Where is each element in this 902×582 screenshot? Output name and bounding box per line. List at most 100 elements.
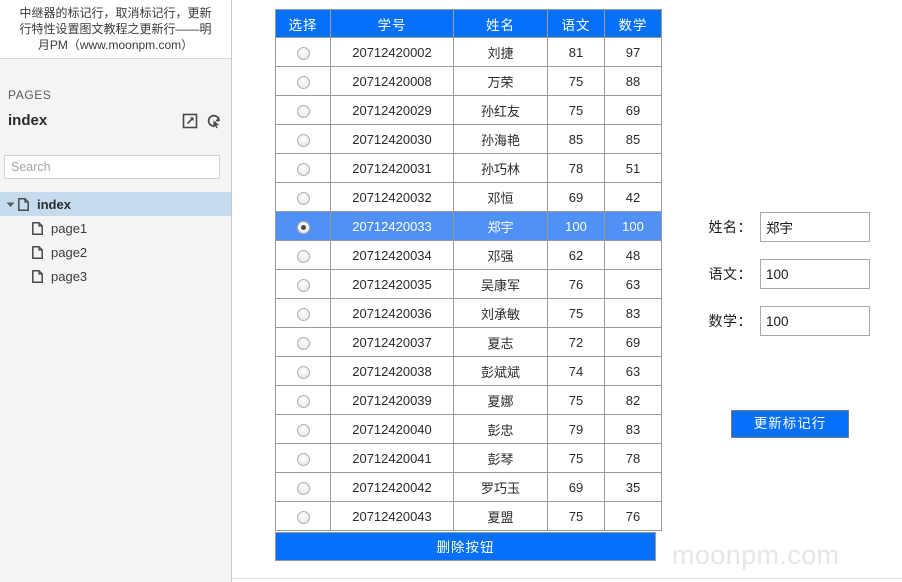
open-in-new-icon[interactable] [181,112,199,130]
update-marked-row-button[interactable]: 更新标记行 [731,410,849,438]
table-row[interactable]: 20712420037 夏志 72 69 [276,328,661,356]
math-score-cell: 85 [605,125,661,153]
math-score-cell: 76 [605,502,661,530]
student-id-cell: 20712420002 [331,38,453,66]
radio-button[interactable] [296,104,310,118]
student-id-cell: 20712420037 [331,328,453,356]
chevron-down-icon[interactable] [4,198,16,210]
row-select-cell[interactable] [276,502,330,530]
radio-button[interactable] [296,278,310,292]
row-select-cell[interactable] [276,357,330,385]
document-icon [32,245,43,259]
column-header-id[interactable]: 学号 [331,10,453,37]
chinese-score-cell: 76 [548,270,604,298]
table-row[interactable]: 20712420041 彭琴 75 78 [276,444,661,472]
caption-panel: 中继器的标记行，取消标记行，更新 行特性设置图文教程之更新行——明 月PM（ww… [0,0,231,59]
student-name-cell: 邓强 [454,241,547,269]
chinese-score-cell: 69 [548,473,604,501]
table-row[interactable]: 20712420036 刘承敏 75 83 [276,299,661,327]
radio-button[interactable] [296,249,310,263]
row-select-cell[interactable] [276,415,330,443]
radio-button[interactable] [296,46,310,60]
column-header-name[interactable]: 姓名 [454,10,547,37]
math-score-cell: 48 [605,241,661,269]
column-header-math[interactable]: 数学 [605,10,661,37]
radio-button[interactable] [296,220,310,234]
radio-button[interactable] [296,75,310,89]
radio-button[interactable] [296,307,310,321]
row-select-cell[interactable] [276,299,330,327]
student-name-cell: 彭忠 [454,415,547,443]
table-row[interactable]: 20712420035 吴康军 76 63 [276,270,661,298]
row-select-cell[interactable] [276,444,330,472]
row-select-cell[interactable] [276,125,330,153]
radio-button[interactable] [296,452,310,466]
radio-button[interactable] [296,510,310,524]
table-row[interactable]: 20712420040 彭忠 79 83 [276,415,661,443]
table-row[interactable]: 20712420043 夏盟 75 76 [276,502,661,530]
row-select-cell[interactable] [276,183,330,211]
table-row[interactable]: 20712420033 郑宇 100 100 [276,212,661,240]
page-tree: index page1 page2 page3 [0,192,231,288]
row-select-cell[interactable] [276,270,330,298]
chinese-score-cell: 62 [548,241,604,269]
row-select-cell[interactable] [276,386,330,414]
radio-button[interactable] [296,481,310,495]
sidebar-item-page2[interactable]: page2 [0,240,231,264]
chinese-score-cell: 79 [548,415,604,443]
radio-button[interactable] [296,394,310,408]
row-select-cell[interactable] [276,328,330,356]
student-name-cell: 郑宇 [454,212,547,240]
column-header-select[interactable]: 选择 [276,10,330,37]
sidebar-item-page1[interactable]: page1 [0,216,231,240]
watermark: moonpm.com [672,540,840,570]
row-select-cell[interactable] [276,154,330,182]
chinese-field[interactable] [760,259,870,289]
search-box[interactable] [4,155,220,179]
table-row[interactable]: 20712420034 邓强 62 48 [276,241,661,269]
delete-button[interactable]: 删除按钮 [275,532,656,561]
app-window: 中继器的标记行，取消标记行，更新 行特性设置图文教程之更新行——明 月PM（ww… [0,0,902,582]
table-row[interactable]: 20712420042 罗巧玉 69 35 [276,473,661,501]
table-row[interactable]: 20712420029 孙红友 75 69 [276,96,661,124]
radio-button[interactable] [296,191,310,205]
student-name-cell: 夏志 [454,328,547,356]
math-score-cell: 83 [605,415,661,443]
student-name-cell: 万荣 [454,67,547,95]
math-field[interactable] [760,306,870,336]
table-row[interactable]: 20712420030 孙海艳 85 85 [276,125,661,153]
row-select-cell[interactable] [276,212,330,240]
reload-cursor-icon[interactable] [205,112,223,130]
radio-button[interactable] [296,162,310,176]
radio-button[interactable] [296,423,310,437]
sidebar-item-page3[interactable]: page3 [0,264,231,288]
student-id-cell: 20712420036 [331,299,453,327]
row-select-cell[interactable] [276,241,330,269]
row-select-cell[interactable] [276,473,330,501]
row-select-cell[interactable] [276,38,330,66]
radio-button[interactable] [296,365,310,379]
table-row[interactable]: 20712420038 彭斌斌 74 63 [276,357,661,385]
name-field[interactable] [760,212,870,242]
student-id-cell: 20712420034 [331,241,453,269]
chinese-score-cell: 75 [548,299,604,327]
row-select-cell[interactable] [276,67,330,95]
sidebar-item-label: page3 [51,268,88,284]
radio-button[interactable] [296,336,310,350]
table-row[interactable]: 20712420031 孙巧林 78 51 [276,154,661,182]
search-input[interactable] [4,155,220,179]
row-select-cell[interactable] [276,96,330,124]
table-row[interactable]: 20712420002 刘捷 81 97 [276,38,661,66]
math-score-cell: 100 [605,212,661,240]
table-row[interactable]: 20712420008 万荣 75 88 [276,67,661,95]
table-row[interactable]: 20712420039 夏娜 75 82 [276,386,661,414]
column-header-chinese[interactable]: 语文 [548,10,604,37]
sidebar-item-index[interactable]: index [0,192,231,216]
document-icon [32,269,43,283]
student-name-cell: 夏娜 [454,386,547,414]
form-row-name: 姓名： [700,212,900,242]
table-row[interactable]: 20712420032 邓恒 69 42 [276,183,661,211]
radio-button[interactable] [296,133,310,147]
chinese-score-cell: 74 [548,357,604,385]
student-id-cell: 20712420033 [331,212,453,240]
